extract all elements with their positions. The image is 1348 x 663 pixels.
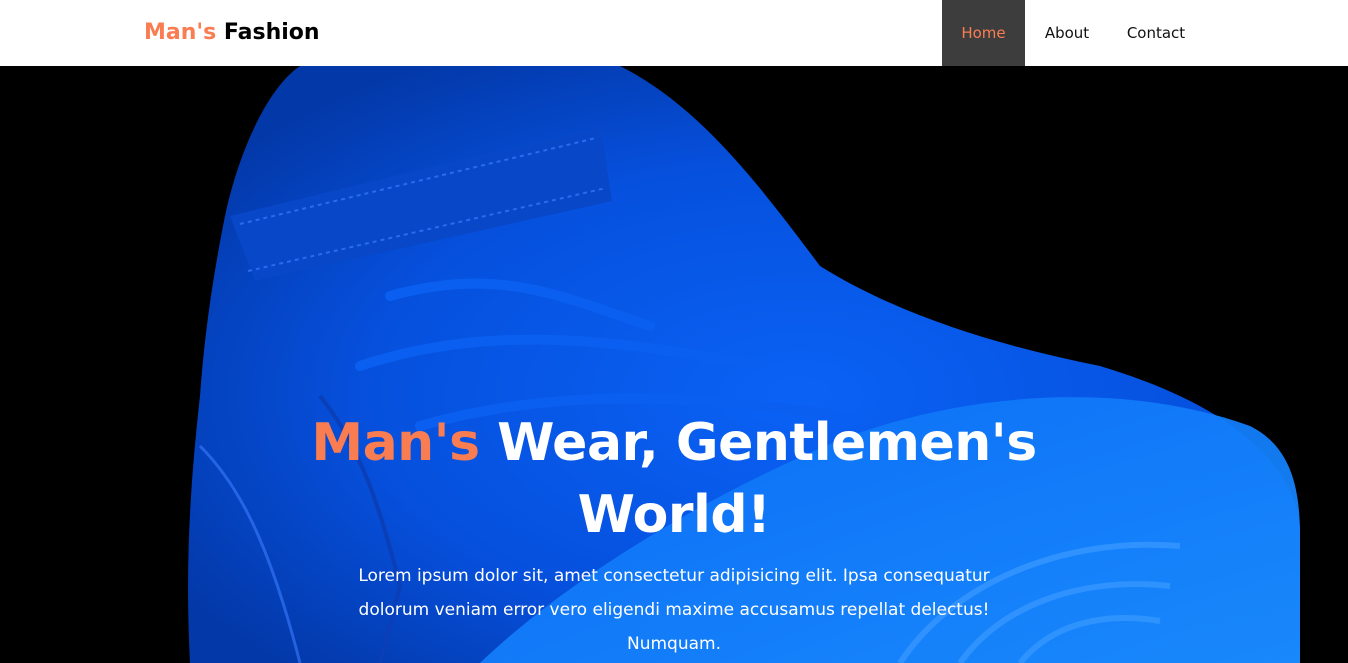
brand-logo[interactable]: Man's Fashion <box>144 18 320 48</box>
hero-title-accent: Man's <box>311 412 480 473</box>
hero-title: Man's Wear, Gentlemen's World! <box>274 407 1074 551</box>
hero-title-rest: Wear, Gentlemen's World! <box>479 412 1037 545</box>
hero-section: Man's Wear, Gentlemen's World! Lorem ips… <box>0 66 1348 663</box>
hero-description: Lorem ipsum dolor sit, amet consectetur … <box>358 566 990 654</box>
nav-contact-link[interactable]: Contact <box>1109 0 1203 66</box>
brand-accent: Man's <box>144 20 217 45</box>
navbar: Man's Fashion Home About Contact <box>0 0 1348 66</box>
brand-name: Fashion <box>216 20 320 45</box>
main-nav: Home About Contact <box>942 0 1203 66</box>
nav-home-link[interactable]: Home <box>942 0 1025 66</box>
nav-about-link[interactable]: About <box>1025 0 1109 66</box>
